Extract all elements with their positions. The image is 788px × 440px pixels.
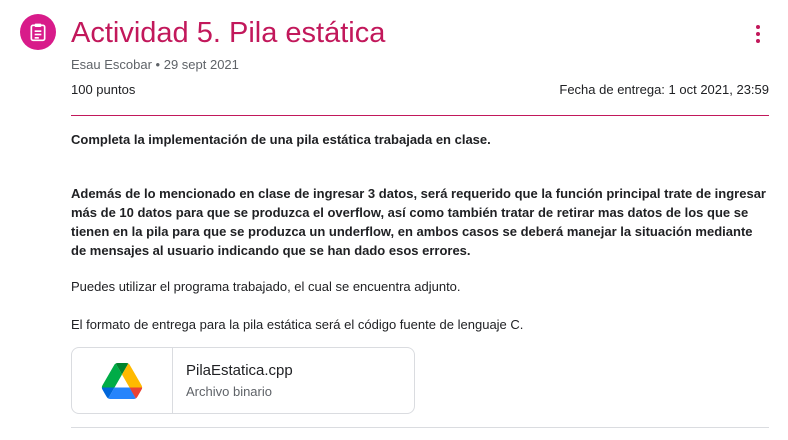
attachment-type: Archivo binario (186, 383, 272, 399)
assignment-icon (20, 14, 56, 50)
page-title: Actividad 5. Pila estática (71, 17, 386, 49)
attachment-thumbnail (72, 348, 173, 413)
more-vert-icon[interactable] (748, 22, 768, 46)
header-divider (71, 115, 769, 116)
author-date: Esau Escobar • 29 sept 2021 (71, 57, 239, 72)
instructions-paragraph-1: Completa la implementación de una pila e… (71, 132, 491, 147)
clipboard-icon (30, 23, 46, 42)
instructions-paragraph-2: Además de lo mencionado en clase de ingr… (71, 186, 766, 258)
attachment-name: PilaEstatica.cpp (186, 361, 293, 379)
instructions-paragraph-3: Puedes utilizar el programa trabajado, e… (71, 279, 461, 294)
points-label: 100 puntos (71, 82, 136, 97)
attachment-card[interactable]: PilaEstatica.cpp Archivo binario (71, 347, 415, 414)
due-date: Fecha de entrega: 1 oct 2021, 23:59 (559, 82, 769, 97)
google-drive-icon (101, 362, 143, 399)
instructions-paragraph-4: El formato de entrega para la pila estát… (71, 317, 524, 332)
footer-divider (71, 427, 769, 428)
